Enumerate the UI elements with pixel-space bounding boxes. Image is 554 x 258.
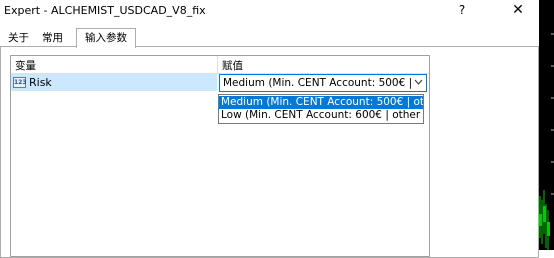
chevron-down-icon[interactable]: [414, 76, 423, 91]
dropdown-option-medium[interactable]: Medium (Min. CENT Account: 500€ | other …: [219, 96, 423, 109]
column-divider[interactable]: [217, 56, 218, 73]
chart-candles: [539, 33, 554, 250]
inputs-grid: 变量 赋值 123 Risk Medium (Min. CENT Account…: [10, 55, 430, 257]
column-header-value[interactable]: 赋值: [222, 58, 243, 73]
column-header-variable[interactable]: 变量: [15, 58, 36, 73]
risk-value-select[interactable]: Medium (Min. CENT Account: 500€ | other: [219, 74, 427, 92]
chevron-down-svg: [414, 79, 423, 85]
grid-header: 变量 赋值: [11, 56, 429, 74]
numeric-parameter-icon: 123: [13, 77, 27, 88]
expert-dialog: Expert - ALCHEMIST_USDCAD_V8_fix ? ✕ 关于 …: [0, 0, 539, 258]
close-button[interactable]: ✕: [508, 1, 528, 21]
title-bar[interactable]: Expert - ALCHEMIST_USDCAD_V8_fix ? ✕: [0, 0, 539, 22]
tab-strip: 关于 常用 输入参数: [0, 28, 539, 48]
help-button[interactable]: ?: [452, 1, 472, 21]
risk-dropdown-list: Medium (Min. CENT Account: 500€ | other …: [218, 94, 424, 124]
table-row[interactable]: 123 Risk Medium (Min. CENT Account: 500€…: [11, 74, 429, 92]
risk-value-text: Medium (Min. CENT Account: 500€ | other: [223, 77, 411, 89]
chart-background-strip: [539, 0, 554, 250]
tab-about[interactable]: 关于: [2, 30, 35, 47]
window-title: Expert - ALCHEMIST_USDCAD_V8_fix: [4, 4, 206, 17]
dropdown-option-low[interactable]: Low (Min. CENT Account: 600€ | other 600…: [219, 109, 423, 122]
tab-common[interactable]: 常用: [36, 30, 69, 47]
tab-inputs[interactable]: 输入参数: [76, 28, 136, 48]
parameter-name: Risk: [29, 76, 52, 89]
